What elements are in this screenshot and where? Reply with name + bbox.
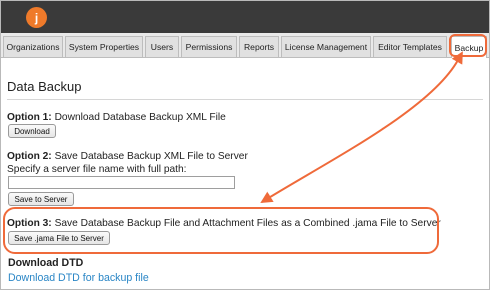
- option2-instruction: Specify a server file name with full pat…: [7, 164, 187, 175]
- top-bar: j: [1, 1, 489, 33]
- title-divider: [7, 99, 483, 100]
- tab-reports[interactable]: Reports: [239, 36, 279, 57]
- save-to-server-button[interactable]: Save to Server: [8, 192, 74, 206]
- option3-highlight: [3, 207, 439, 254]
- option1-prefix: Option 1:: [7, 112, 52, 123]
- tab-system-properties[interactable]: System Properties: [65, 36, 143, 57]
- server-file-path-input[interactable]: [8, 176, 235, 189]
- option2-label: Option 2: Save Database Backup XML File …: [7, 151, 248, 162]
- main-content: Data Backup Option 1: Download Database …: [1, 59, 489, 289]
- option1-label: Option 1: Download Database Backup XML F…: [7, 112, 226, 123]
- download-button[interactable]: Download: [8, 124, 56, 138]
- tab-license-management[interactable]: License Management: [281, 36, 371, 57]
- page-title: Data Backup: [7, 79, 82, 94]
- admin-tab-bar: Organizations System Properties Users Pe…: [1, 33, 489, 58]
- tab-users[interactable]: Users: [145, 36, 179, 57]
- tab-organizations[interactable]: Organizations: [3, 36, 63, 57]
- backup-tab-highlight: [449, 34, 487, 57]
- tab-editor-templates[interactable]: Editor Templates: [373, 36, 447, 57]
- app-logo[interactable]: j: [26, 7, 47, 28]
- download-dtd-link[interactable]: Download DTD for backup file: [8, 272, 149, 284]
- option2-prefix: Option 2:: [7, 151, 52, 162]
- option1-text: Download Database Backup XML File: [54, 112, 226, 123]
- option2-text: Save Database Backup XML File to Server: [54, 151, 248, 162]
- download-dtd-heading: Download DTD: [8, 257, 84, 269]
- tab-permissions[interactable]: Permissions: [181, 36, 237, 57]
